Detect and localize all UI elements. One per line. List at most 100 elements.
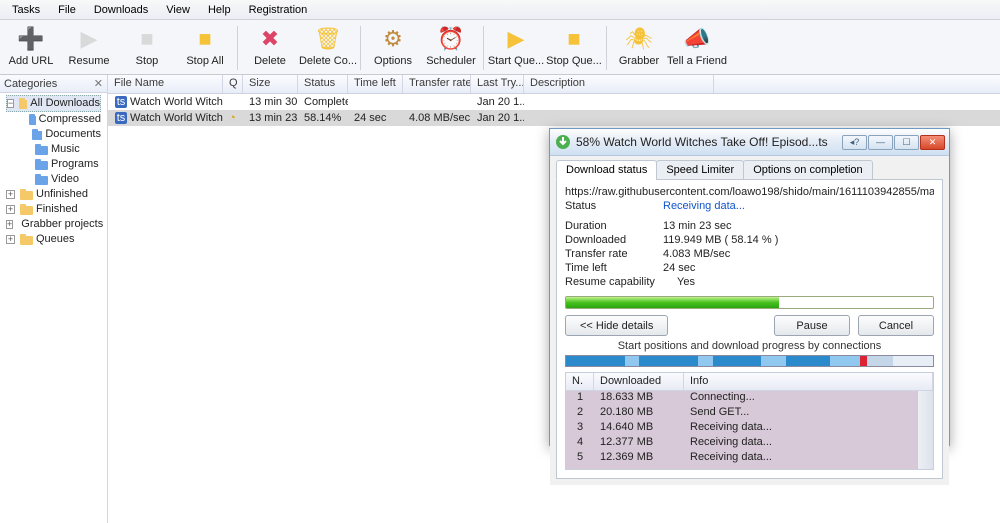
expand-icon[interactable]: + [6,220,13,229]
connection-row[interactable]: 220.180 MBSend GET... [566,406,917,421]
col-info[interactable]: Info [684,373,933,390]
tree-documents[interactable]: Documents [20,127,101,142]
sidebar-close-icon[interactable]: ✕ [94,77,103,90]
col-downloaded[interactable]: Downloaded [594,373,684,390]
scrollbar[interactable] [917,391,933,469]
conn-n: 1 [566,391,594,406]
col-description[interactable]: Description [524,75,714,93]
col-file-name[interactable]: File Name [108,75,223,93]
expand-icon[interactable]: + [6,205,15,214]
col-time-left[interactable]: Time left [348,75,403,93]
connection-row[interactable]: 314.640 MBReceiving data... [566,421,917,436]
tool-icon: 📣 [682,25,712,53]
conn-downloaded: 18.633 MB [594,391,684,406]
tool-icon: ➕ [16,25,46,53]
tool-icon: ■ [559,25,589,53]
tool-stop-all[interactable]: ■Stop All [176,23,234,69]
tab-speed-limiter[interactable]: Speed Limiter [656,160,744,180]
tree-label: Documents [45,127,101,142]
folder-icon [35,159,48,170]
menu-registration[interactable]: Registration [241,2,316,18]
sidebar-title: Categories [4,78,57,90]
cell: ◔ [223,112,243,124]
tree-queues[interactable]: +Queues [6,232,101,247]
conn-segment [867,356,893,366]
tool-scheduler[interactable]: ⏰Scheduler [422,23,480,69]
tool-delete-co-[interactable]: 🗑Delete Co... [299,23,357,69]
rate-label: Transfer rate [565,248,663,260]
download-row[interactable]: tsWatch World Witches T...13 min 30 ...C… [108,94,1000,110]
menu-tasks[interactable]: Tasks [4,2,48,18]
tree-programs[interactable]: Programs [20,157,101,172]
svg-text:ts: ts [117,96,126,108]
col-transfer-rate[interactable]: Transfer rate [403,75,471,93]
connection-row[interactable]: 118.633 MBConnecting... [566,391,917,406]
conn-segment [713,356,761,366]
minimize-button[interactable]: — [868,135,893,150]
col-size[interactable]: Size [243,75,298,93]
app-icon [555,134,571,150]
cell: 13 min 30 ... [243,96,298,108]
status-label: Status [565,200,663,212]
tool-tell-a-friend[interactable]: 📣Tell a Friend [668,23,726,69]
col-last-try-[interactable]: Last Try... [471,75,524,93]
cell: 4.08 MB/sec [403,112,471,124]
download-row[interactable]: tsWatch World Witches T...◔13 min 23 ...… [108,110,1000,126]
connection-row[interactable]: 412.377 MBReceiving data... [566,436,917,451]
tab-download-status[interactable]: Download status [556,160,657,180]
tool-label: Options [374,55,412,67]
cell: Jan 20 1... [471,112,524,124]
conn-downloaded: 14.640 MB [594,421,684,436]
dialog-body: Download statusSpeed LimiterOptions on c… [550,156,949,485]
tree-compressed[interactable]: Compressed [20,112,101,127]
tool-stop[interactable]: ■Stop [118,23,176,69]
menu-view[interactable]: View [158,2,198,18]
help-button[interactable]: ◂? [842,135,867,150]
close-button[interactable]: ✕ [920,135,945,150]
connection-row[interactable]: 512.369 MBReceiving data... [566,451,917,466]
col-status[interactable]: Status [298,75,348,93]
expand-icon[interactable]: + [6,235,15,244]
menu-downloads[interactable]: Downloads [86,2,156,18]
progress-bar [565,296,934,309]
menu-help[interactable]: Help [200,2,239,18]
cell: tsWatch World Witches T... [108,111,223,125]
collapse-icon[interactable]: − [7,99,14,108]
tree-unfinished[interactable]: +Unfinished [6,187,101,202]
tool-label: Stop [136,55,159,67]
grid-header: File NameQSizeStatusTime leftTransfer ra… [108,75,1000,94]
tree-all-downloads[interactable]: −All Downloads [6,95,101,112]
conn-segment [786,356,830,366]
tree-video[interactable]: Video [20,172,101,187]
tab-options-on-completion[interactable]: Options on completion [743,160,872,180]
folder-icon [19,98,27,109]
tree-finished[interactable]: +Finished [6,202,101,217]
col-n[interactable]: N. [566,373,594,390]
folder-icon [20,204,33,215]
dialog-titlebar[interactable]: 58% Watch World Witches Take Off! Episod… [550,129,949,156]
tool-stop-que-[interactable]: ■Stop Que... [545,23,603,69]
cancel-button[interactable]: Cancel [858,315,934,336]
conn-n: 3 [566,421,594,436]
tool-grabber[interactable]: 🕷Grabber [610,23,668,69]
pause-button[interactable]: Pause [774,315,850,336]
tree-music[interactable]: Music [20,142,101,157]
maximize-button[interactable]: ☐ [894,135,919,150]
tree-grabber-projects[interactable]: + Grabber projects [6,217,101,232]
col-q[interactable]: Q [223,75,243,93]
cell: 24 sec [348,112,403,124]
menu-file[interactable]: File [50,2,84,18]
tool-icon: 🗑 [313,25,343,53]
tool-delete[interactable]: ✖Delete [241,23,299,69]
tool-resume[interactable]: ▶Resume [60,23,118,69]
tool-add-url[interactable]: ➕Add URL [2,23,60,69]
tool-icon: ▶ [501,25,531,53]
tool-label: Start Que... [488,55,544,67]
tree-label: Grabber projects [21,217,103,232]
conn-downloaded: 12.369 MB [594,451,684,466]
tool-start-que-[interactable]: ▶ Start Que... [487,23,545,69]
tool-options[interactable]: ⚙Options [364,23,422,69]
expand-icon[interactable]: + [6,190,15,199]
hide-details-button[interactable]: << Hide details [565,315,668,336]
resume-value: Yes [677,276,695,288]
